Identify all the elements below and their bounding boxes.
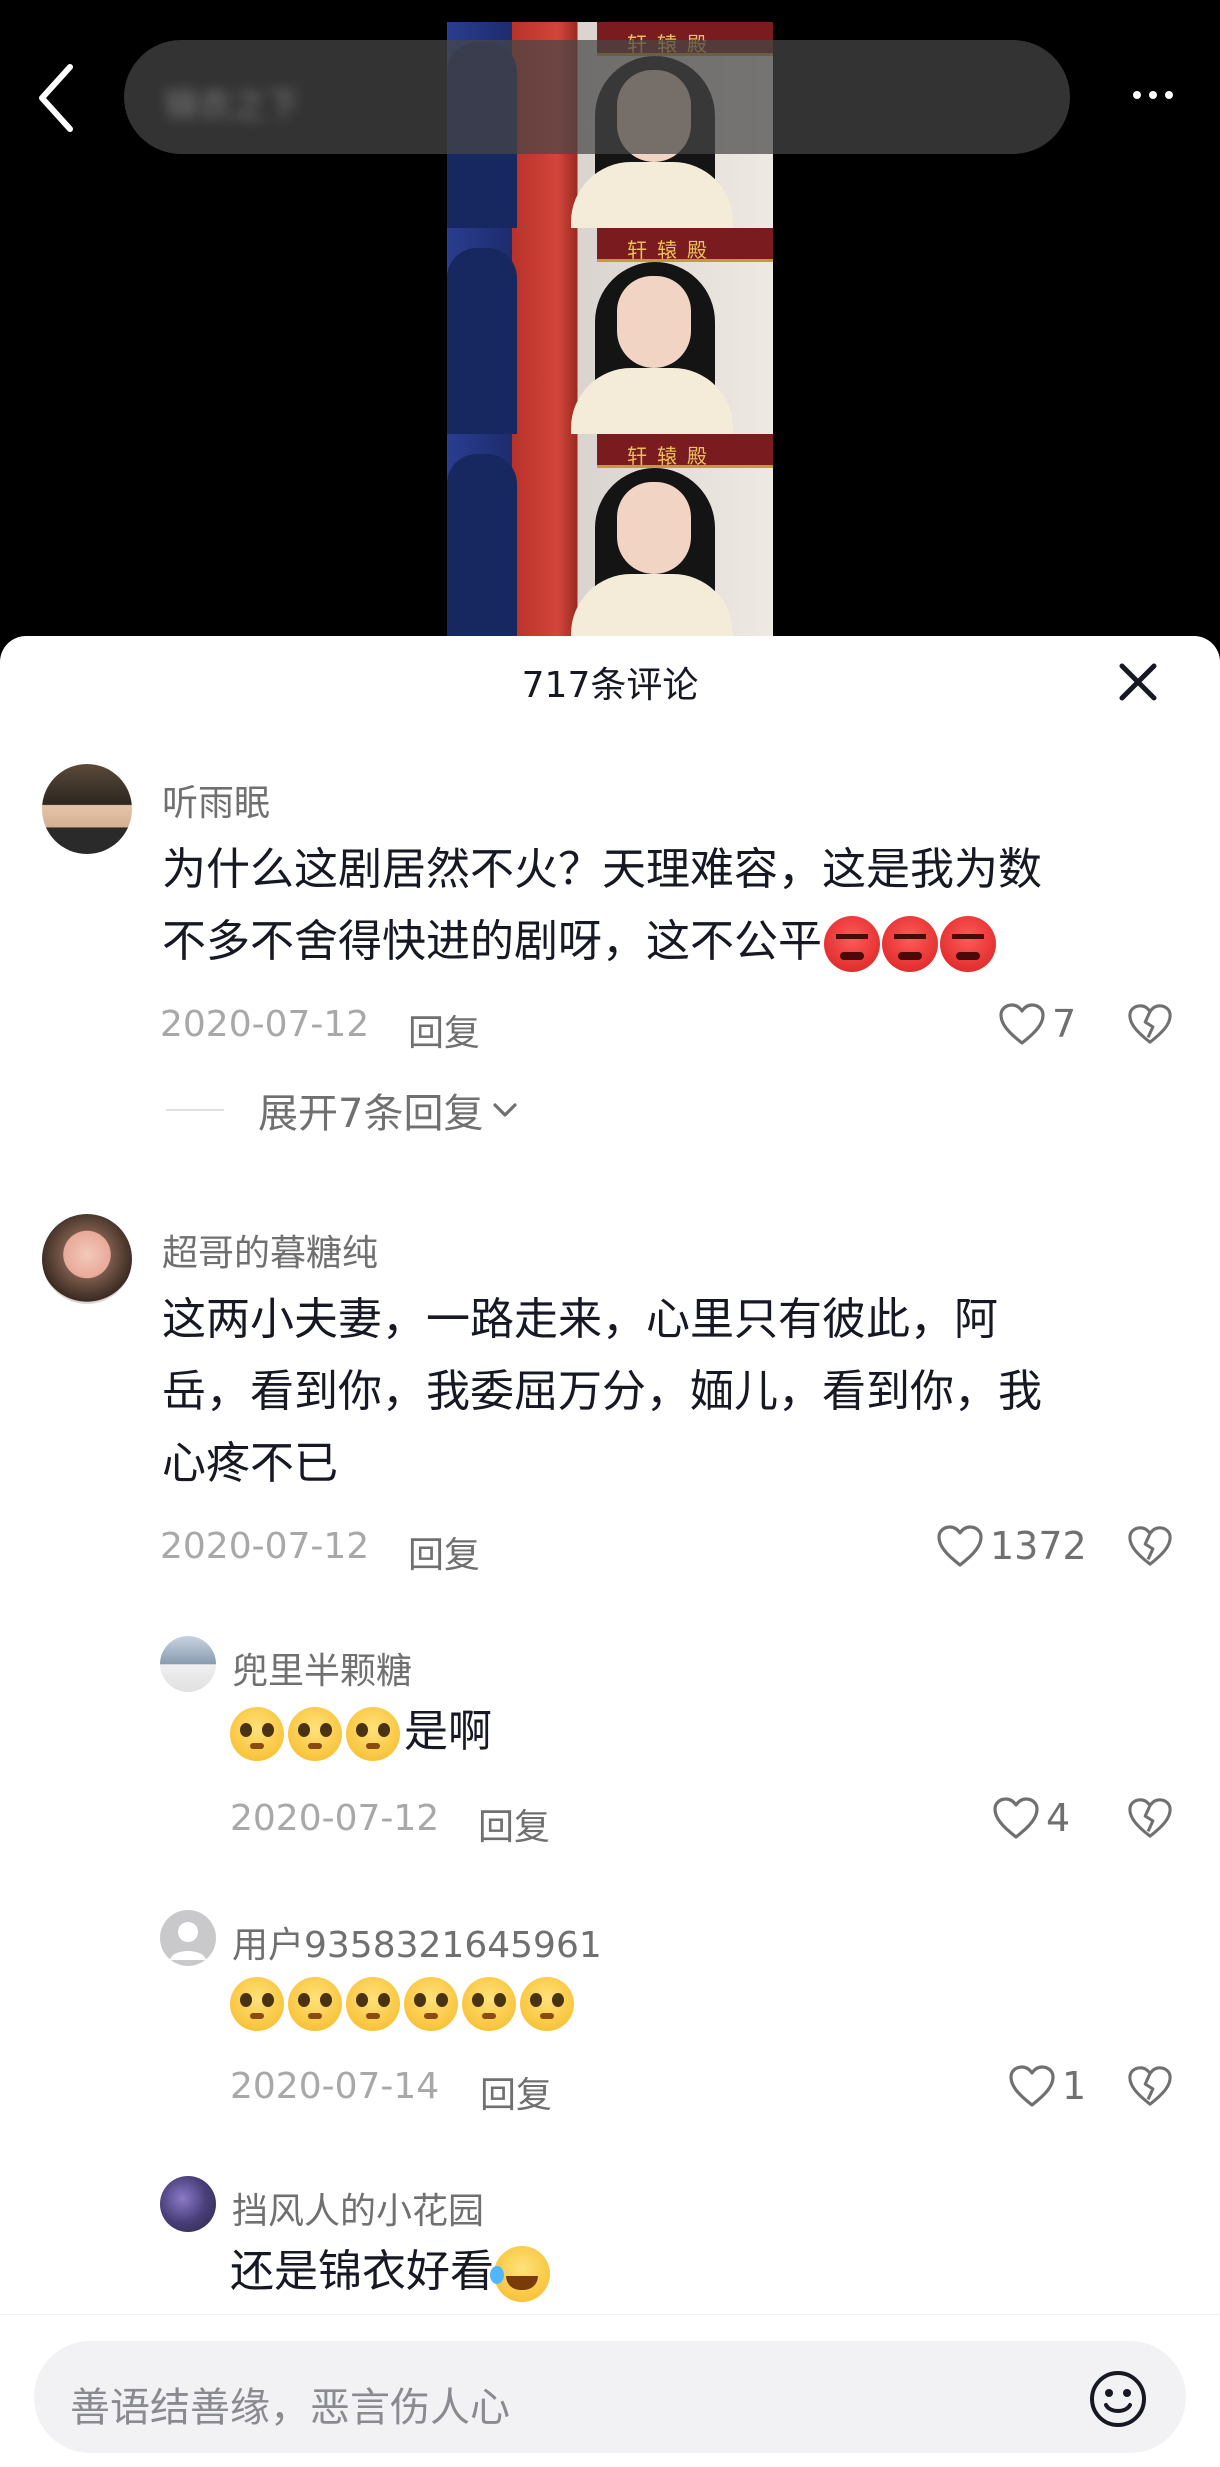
comment-count-title: 717条评论 [521,665,699,706]
emoji-button[interactable] [1086,2367,1150,2431]
broken-heart-icon [1128,1798,1172,1838]
more-button[interactable] [1118,70,1188,120]
video-player[interactable]: 轩辕殿 轩辕殿 轩辕殿 锦衣之下 [0,0,1220,660]
like-button[interactable]: 4 [992,1790,1070,1846]
angry-emoji-icon [940,916,996,972]
heart-icon [937,1525,983,1567]
dislike-button[interactable] [1124,996,1176,1052]
like-count: 1372 [990,1524,1087,1568]
search-bar[interactable]: 锦衣之下 [124,40,1070,154]
dislike-button[interactable] [1124,1790,1176,1846]
pleading-emoji-icon [462,1977,516,2031]
reply-text: 还是锦衣好看 [230,2236,1130,2308]
comment-text: 为什么这剧居然不火？天理难容，这是我为数 不多不舍得快进的剧呀，这不公平 [162,834,1162,978]
heart-icon [993,1797,1039,1839]
avatar[interactable] [160,1636,216,1692]
pleading-emoji-icon [288,1707,342,1761]
comment-input-bar: 善语结善缘，恶言伤人心 [0,2314,1220,2467]
pleading-emoji-icon [520,1977,574,2031]
reply-button[interactable]: 回复 [408,1526,480,1578]
pleading-emoji-icon [288,1977,342,2031]
like-count: 1 [1062,2064,1087,2108]
comment-input-placeholder: 善语结善缘，恶言伤人心 [70,2385,510,2431]
video-frame: 轩辕殿 [447,434,773,640]
dislike-button[interactable] [1124,2058,1176,2114]
comment-date: 2020-07-12 [160,1004,370,1045]
like-button[interactable]: 7 [998,996,1076,1052]
avatar[interactable] [42,764,132,854]
avatar[interactable] [42,1214,132,1304]
comment-input[interactable]: 善语结善缘，恶言伤人心 [34,2341,1186,2453]
comment-text: 这两小夫妻，一路走来，心里只有彼此，阿 岳，看到你，我委屈万分，媔儿，看到你，我… [162,1294,1042,1489]
heart-icon [1009,2065,1055,2107]
expand-replies-label: 展开7条回复 [258,1091,484,1137]
like-count: 7 [1052,1002,1077,1046]
back-button[interactable] [28,60,84,136]
search-text: 锦衣之下 [164,86,300,126]
avatar[interactable] [160,1910,216,1966]
comment-sheet-header: 717条评论 [0,636,1220,728]
reply-username[interactable]: 兜里半颗糖 [232,1642,412,1694]
broken-heart-icon [1128,2066,1172,2106]
reply-date: 2020-07-12 [230,1798,440,1839]
default-user-icon [170,1922,206,1960]
angry-emoji-icon [824,916,880,972]
comment-username[interactable]: 听雨眠 [162,774,270,826]
close-button[interactable] [1110,654,1166,710]
dislike-button[interactable] [1124,1518,1176,1574]
back-arrow-icon [39,64,73,132]
reply-button[interactable]: 回复 [478,1798,550,1850]
pleading-emoji-icon [404,1977,458,2031]
reply-text [230,1966,1130,2038]
more-dots-icon [1133,91,1141,99]
pleading-emoji-icon [230,1977,284,2031]
reply-text: 是啊 [230,1696,1130,1768]
avatar[interactable] [160,2176,216,2232]
video-frame: 轩辕殿 [447,228,773,434]
chevron-down-icon [493,1103,518,1117]
like-count: 4 [1046,1796,1071,1840]
divider [166,1109,224,1111]
comment-sheet: 717条评论 听雨眠 为什么这剧居然不火？天理难容，这是我为数 不多不舍得快进的… [0,636,1220,2467]
reply-username[interactable]: 挡风人的小花园 [232,2182,484,2234]
pleading-emoji-icon [346,1977,400,2031]
reply-button[interactable]: 回复 [480,2066,552,2118]
close-icon [1119,663,1157,701]
smiley-icon [1090,2371,1146,2427]
laughing-emoji-icon [490,2246,550,2302]
like-button[interactable]: 1372 [936,1518,1087,1574]
reply-date: 2020-07-14 [230,2066,440,2107]
reply-username[interactable]: 用户9358321645961 [232,1916,602,1968]
broken-heart-icon [1128,1526,1172,1566]
comment-date: 2020-07-12 [160,1526,370,1567]
pleading-emoji-icon [346,1707,400,1761]
pleading-emoji-icon [230,1707,284,1761]
broken-heart-icon [1128,1004,1172,1044]
angry-emoji-icon [882,916,938,972]
expand-replies-button[interactable]: 展开7条回复 [166,1082,519,1138]
heart-icon [999,1003,1045,1045]
like-button[interactable]: 1 [1008,2058,1086,2114]
reply-button[interactable]: 回复 [408,1004,480,1056]
comment-username[interactable]: 超哥的暮糖纯 [162,1224,378,1276]
top-bar: 锦衣之下 [0,40,1220,154]
